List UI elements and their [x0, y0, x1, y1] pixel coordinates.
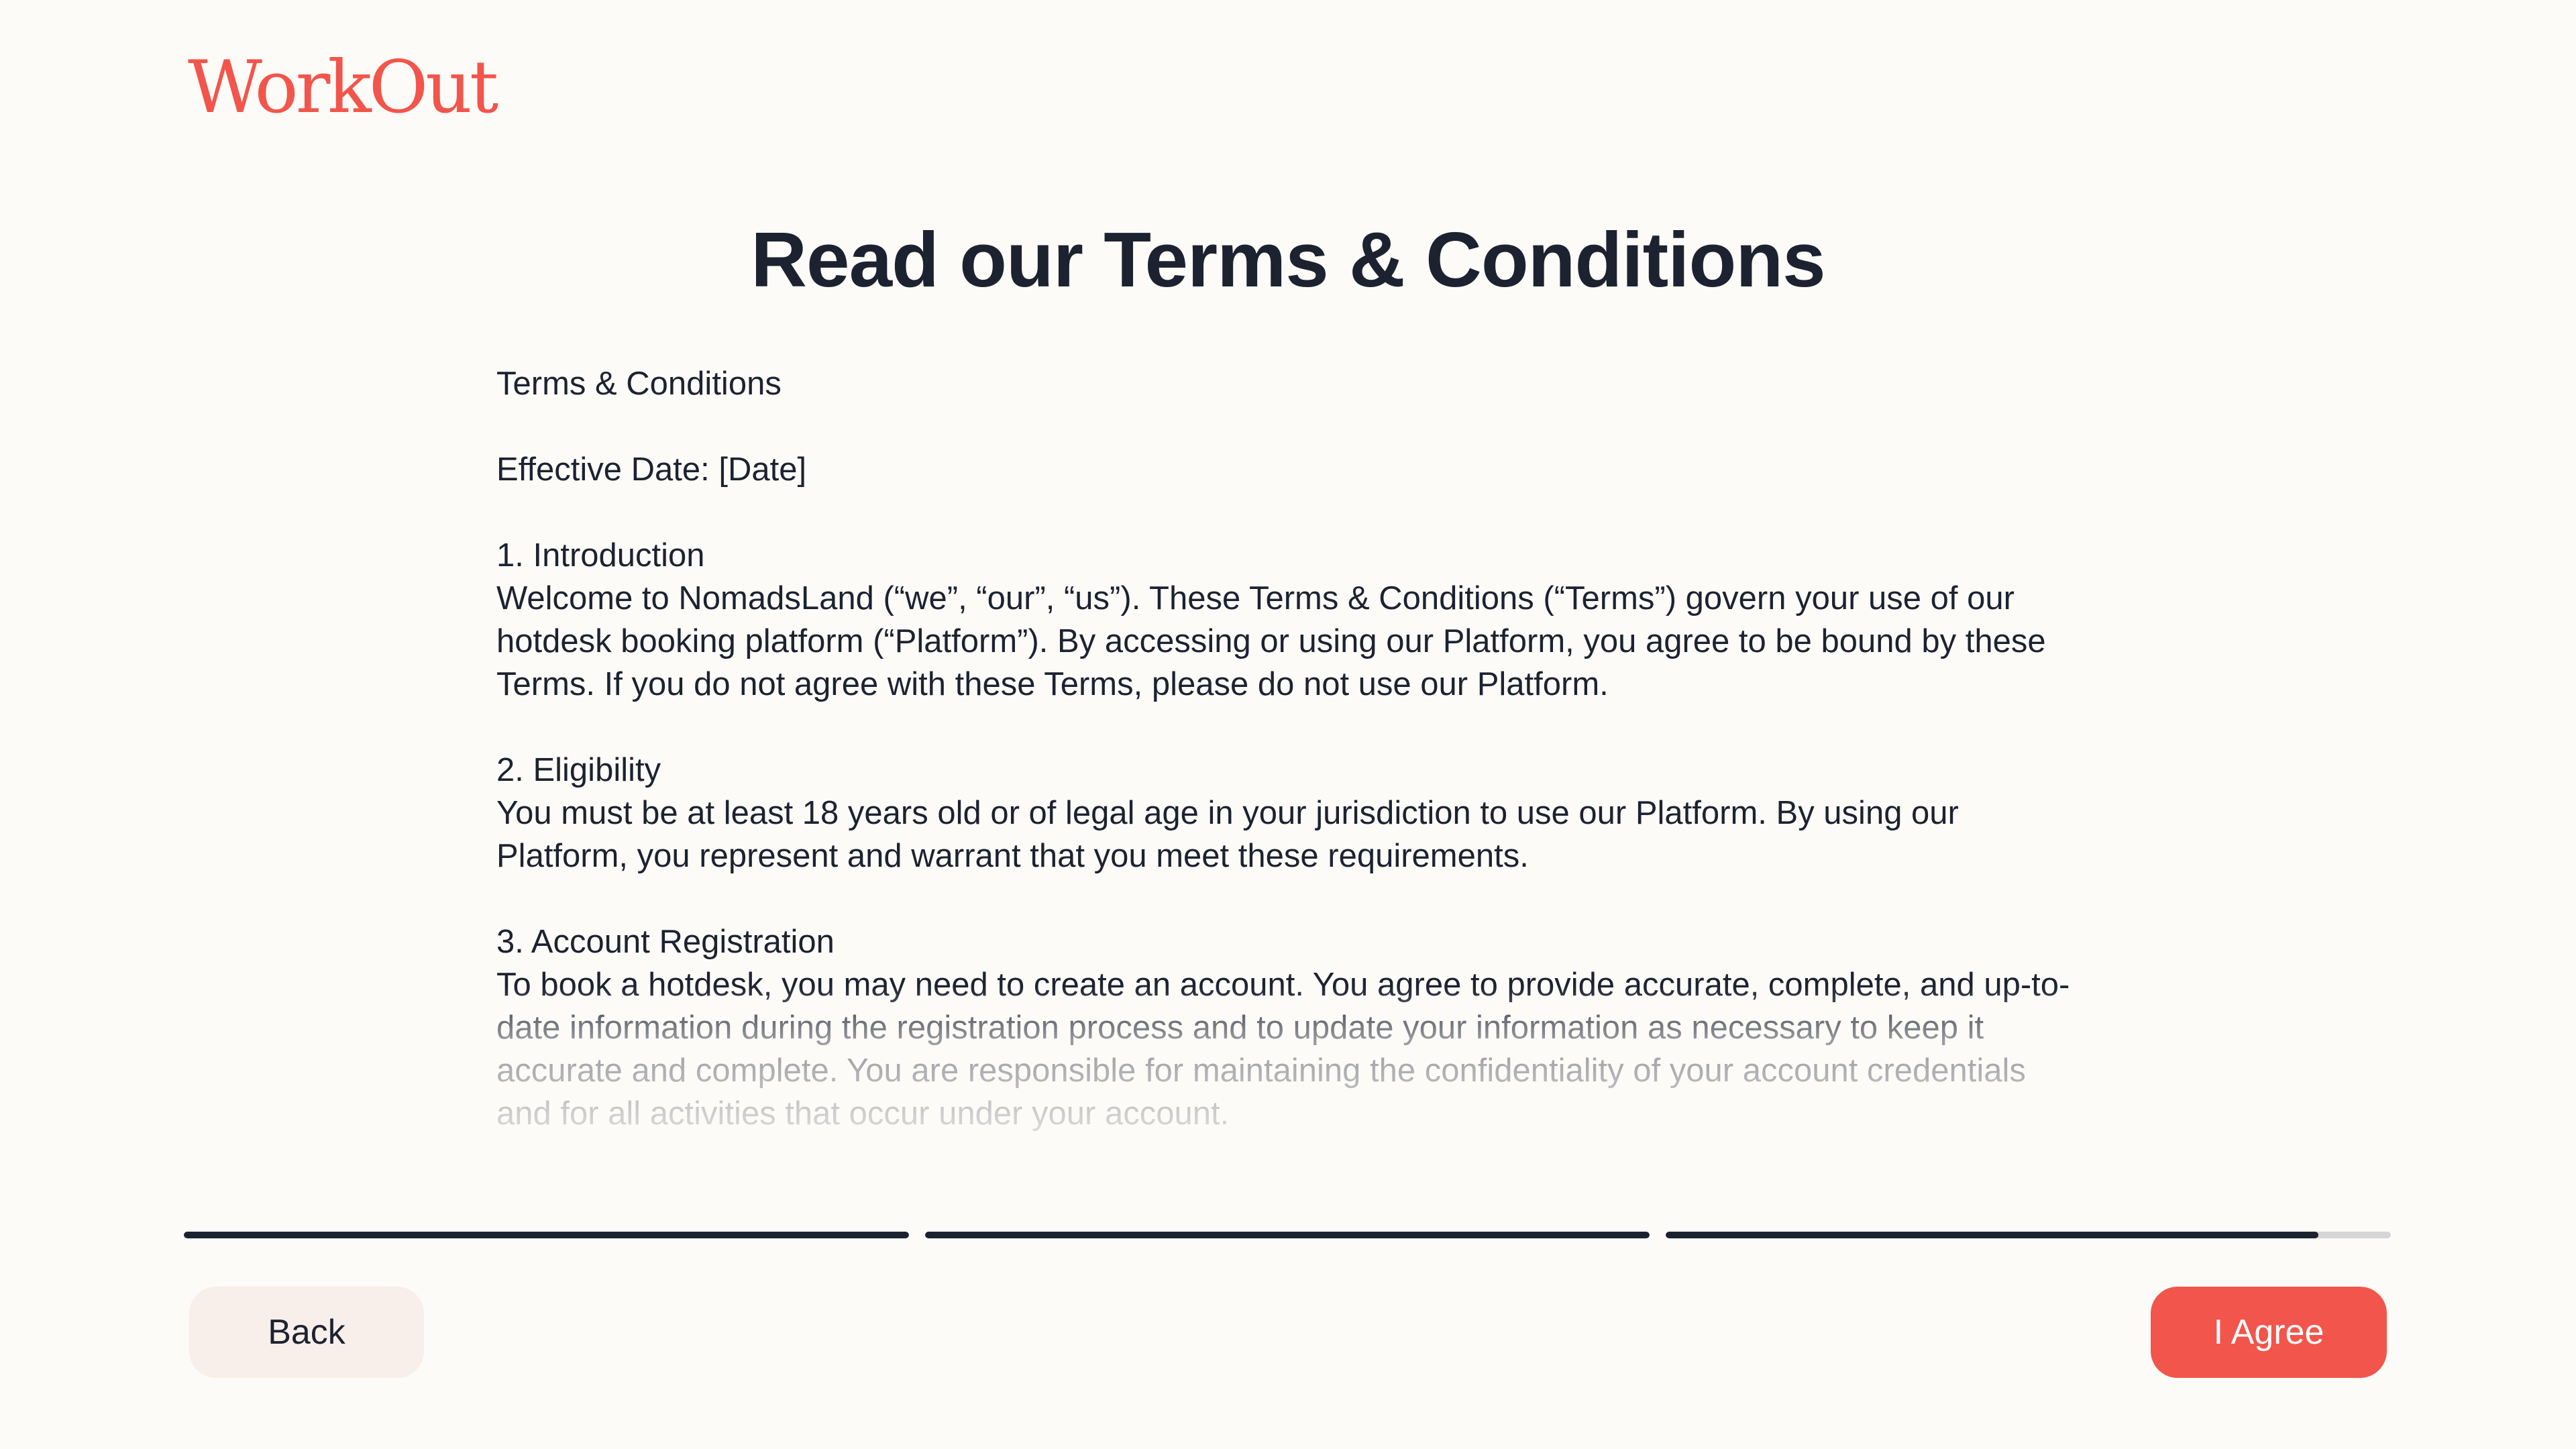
- progress-step-2: [924, 1232, 1650, 1238]
- terms-section-account-registration: 3. Account Registration To book a hotdes…: [496, 920, 2080, 1135]
- terms-effective-date: Effective Date: [Date]: [496, 451, 807, 488]
- progress-step-1-fill: [184, 1232, 909, 1238]
- terms-heading: Terms & Conditions: [496, 366, 782, 402]
- agree-button[interactable]: I Agree: [2151, 1287, 2387, 1378]
- step-progress-bar: [184, 1232, 2392, 1238]
- progress-step-1: [184, 1232, 909, 1238]
- section-title: 3. Account Registration: [496, 924, 835, 960]
- terms-section-eligibility: 2. Eligibility You must be at least 18 y…: [496, 749, 2080, 877]
- back-button[interactable]: Back: [189, 1287, 424, 1378]
- section-title: 2. Eligibility: [496, 752, 661, 788]
- progress-step-2-fill: [924, 1232, 1650, 1238]
- section-body: To book a hotdesk, you may need to creat…: [496, 967, 2070, 1132]
- progress-step-3-fill: [1666, 1232, 2318, 1238]
- workout-logo: WorkOut: [188, 46, 498, 129]
- section-title: 1. Introduction: [496, 537, 705, 574]
- progress-step-3: [1666, 1232, 2392, 1238]
- terms-scroll-area[interactable]: Terms & Conditions Effective Date: [Date…: [496, 362, 2080, 1140]
- terms-content: Terms & Conditions Effective Date: [Date…: [496, 362, 2080, 1135]
- terms-section-introduction: 1. Introduction Welcome to NomadsLand (“…: [496, 534, 2080, 706]
- section-body: Welcome to NomadsLand (“we”, “our”, “us”…: [496, 580, 2046, 702]
- section-body: You must be at least 18 years old or of …: [496, 795, 1959, 874]
- page-title: Read our Terms & Conditions: [751, 216, 1825, 303]
